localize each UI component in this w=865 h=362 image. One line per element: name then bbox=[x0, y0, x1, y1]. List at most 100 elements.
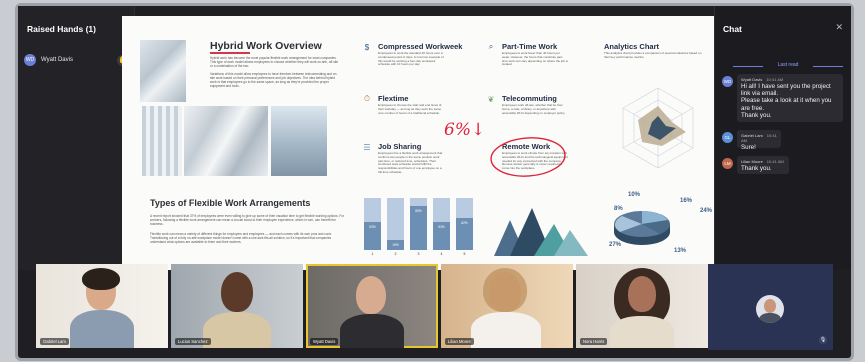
participants-strip: Gabriel Lam Lucius Sanchez Wyatt Davis L… bbox=[20, 264, 833, 350]
section-text: Employees work off-site, whether that be… bbox=[502, 103, 566, 115]
pie-chart bbox=[614, 211, 670, 245]
participant-name: Wyatt Davis bbox=[310, 338, 339, 345]
bar-category-label: 5 bbox=[463, 252, 466, 256]
ink-circle bbox=[490, 137, 566, 177]
handshake-icon: ☰ bbox=[363, 142, 371, 152]
participant-body bbox=[70, 310, 134, 348]
participant-body bbox=[610, 316, 674, 348]
bar-value-label: 19% bbox=[392, 243, 399, 248]
chat-title: Chat bbox=[723, 24, 742, 34]
raised-hand-item[interactable]: WD Wyatt Davis ✋ bbox=[24, 52, 128, 68]
avatar: WD bbox=[24, 54, 36, 66]
participant-name: Nora Harris bbox=[580, 338, 608, 345]
raised-hand-name: Wyatt Davis bbox=[41, 57, 73, 63]
title-underline bbox=[210, 52, 250, 54]
slide-intro: Hybrid work has become the most popular … bbox=[210, 56, 339, 68]
slide-title: Hybrid Work Overview bbox=[210, 40, 322, 52]
section-text: Employees to work fewer than 40 hours pe… bbox=[502, 51, 568, 67]
section-title: Part-Time Work bbox=[502, 42, 558, 51]
chat-message[interactable]: GL Gabriel Lam 10:41 AM Sure! bbox=[722, 130, 844, 151]
pie-label: 8% bbox=[614, 206, 623, 212]
participant-hair bbox=[483, 268, 527, 312]
self-avatar bbox=[756, 295, 784, 323]
video-tile[interactable]: Gabriel Lam bbox=[36, 264, 168, 348]
search-icon: ⌕ bbox=[488, 42, 494, 51]
message-author: Lilian Moore bbox=[741, 159, 763, 164]
section-title: Job Sharing bbox=[378, 142, 422, 151]
bar-category-label: 3 bbox=[417, 252, 420, 256]
chat-message[interactable]: WD Wyatt Davis 10:41 AM Hi all! I have se… bbox=[722, 74, 844, 124]
stopwatch-icon: ⏱ bbox=[363, 94, 371, 103]
shared-presentation-slide: Hybrid Work Overview Hybrid work has bec… bbox=[122, 16, 718, 270]
types-paragraph: A recent report showed that 37% of emplo… bbox=[150, 214, 345, 226]
building-photo bbox=[142, 106, 182, 176]
types-paragraph: Flexible work can mean a variety of diff… bbox=[150, 232, 332, 244]
participant-face bbox=[356, 276, 386, 314]
message-bubble: Wyatt Davis 10:41 AM Hi all! I have sent … bbox=[737, 74, 843, 122]
pie-label: 10% bbox=[628, 192, 641, 198]
building-photo bbox=[140, 40, 186, 102]
self-view-tile[interactable]: 🎙 bbox=[708, 264, 833, 350]
video-tile-active-speaker[interactable]: Wyatt Davis bbox=[306, 264, 438, 348]
last-read-divider: Last read bbox=[733, 62, 843, 70]
slide-intro-2: Variations of this model allow employees… bbox=[210, 72, 338, 88]
pie-label: 13% bbox=[674, 248, 687, 254]
bar-chart: 53% 1 19% 2 85% 3 53% 4 62% 5 bbox=[362, 198, 477, 256]
message-text: Hi all! I have sent you the project link… bbox=[741, 83, 832, 119]
money-bag-icon: $ bbox=[364, 42, 370, 52]
raised-hands-panel: Raised Hands (1) WD Wyatt Davis ✋ bbox=[18, 6, 135, 270]
bar-value-label: 62% bbox=[461, 220, 468, 225]
message-text: Thank you. bbox=[741, 165, 772, 172]
bar-value-label: 85% bbox=[415, 208, 422, 213]
avatar: WD bbox=[722, 76, 733, 87]
chat-panel: Chat ✕ Last read WD Wyatt Davis 10:41 AM … bbox=[714, 6, 851, 270]
microphone-icon[interactable]: 🎙 bbox=[819, 336, 827, 344]
participant-body bbox=[471, 312, 541, 348]
message-author: Wyatt Davis bbox=[741, 77, 763, 82]
types-title: Types of Flexible Work Arrangements bbox=[150, 198, 311, 208]
pie-label: 16% bbox=[680, 198, 693, 204]
building-photo bbox=[184, 106, 268, 176]
participant-name: Lilian Moore bbox=[445, 338, 474, 345]
participant-body bbox=[203, 312, 271, 348]
radar-chart bbox=[622, 87, 694, 169]
section-title: Flextime bbox=[378, 94, 409, 103]
bar-category-label: 1 bbox=[371, 252, 374, 256]
message-time: 10:41 AM bbox=[766, 159, 784, 164]
participant-face bbox=[628, 276, 656, 312]
avatar: GL bbox=[722, 132, 733, 143]
bar-value-label: 53% bbox=[369, 225, 376, 230]
message-text: Sure! bbox=[741, 144, 756, 151]
section-text: Employees hire a flexible work arrangeme… bbox=[378, 151, 443, 174]
analytics-title: Analytics Chart bbox=[604, 42, 660, 51]
message-bubble: Lilian Moore 10:41 AM Thank you. bbox=[737, 156, 789, 174]
analytics-text: This analytics chart provides a comparis… bbox=[604, 51, 702, 59]
raised-hands-title: Raised Hands (1) bbox=[27, 24, 96, 34]
message-bubble: Gabriel Lam 10:41 AM Sure! bbox=[737, 130, 781, 151]
participant-name: Gabriel Lam bbox=[40, 338, 69, 345]
video-tile[interactable]: Lilian Moore bbox=[441, 264, 573, 348]
ink-annotation: 6%↓ bbox=[444, 120, 486, 140]
participant-hair bbox=[82, 268, 120, 290]
plant-icon: ❦ bbox=[487, 94, 495, 104]
chat-message[interactable]: LM Lilian Moore 10:41 AM Thank you. bbox=[722, 156, 844, 176]
participant-name: Lucius Sanchez bbox=[175, 338, 211, 345]
building-photo bbox=[271, 106, 327, 176]
participant-face bbox=[221, 272, 253, 312]
video-tile[interactable]: Nora Harris bbox=[576, 264, 708, 348]
avatar: LM bbox=[722, 158, 733, 169]
pie-label: 24% bbox=[700, 208, 713, 214]
message-time: 10:41 AM bbox=[766, 77, 784, 82]
participant-body bbox=[340, 314, 404, 348]
bar-value-label: 53% bbox=[438, 225, 445, 230]
bar-category-label: 4 bbox=[440, 252, 443, 256]
section-title: Compressed Workweek bbox=[378, 42, 463, 51]
pie-label: 27% bbox=[609, 242, 622, 248]
area-chart bbox=[494, 208, 588, 256]
video-tile[interactable]: Lucius Sanchez bbox=[171, 264, 303, 348]
close-icon[interactable]: ✕ bbox=[835, 22, 843, 33]
section-title: Telecommuting bbox=[502, 94, 557, 103]
section-text: Employees to work the standard 40 hours … bbox=[378, 51, 444, 67]
bar-category-label: 2 bbox=[394, 252, 397, 256]
section-text: Employees to choose the start and end ti… bbox=[378, 103, 442, 115]
